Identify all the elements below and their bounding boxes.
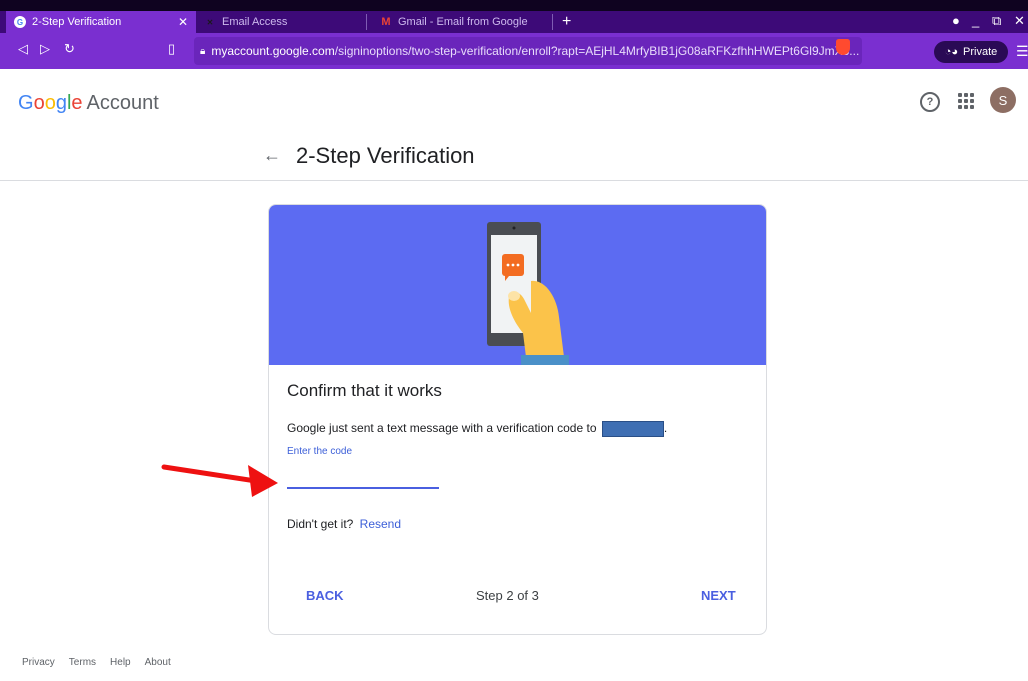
x-favicon-icon: ✕ [206, 17, 214, 27]
top-strip [0, 0, 1028, 11]
close-tab-icon[interactable]: ✕ [178, 15, 188, 29]
tab-separator [552, 14, 553, 30]
tab-separator [366, 14, 367, 30]
tab-email-access[interactable]: ✕ Email Access [196, 11, 366, 33]
tab-title: Gmail - Email from Google [398, 16, 528, 28]
back-arrow-icon[interactable]: ← [263, 145, 281, 166]
restore-icon[interactable]: ⧉ [992, 13, 1001, 29]
google-header: Google Account ? S [0, 69, 1028, 133]
red-annotation-arrow-icon [161, 464, 278, 497]
tab-title: Email Access [222, 16, 288, 28]
back-nav-icon[interactable]: ◁ [18, 41, 28, 57]
reload-icon[interactable]: ↻ [64, 41, 75, 57]
tab-gmail[interactable]: M Gmail - Email from Google [372, 11, 552, 33]
footer-help-link[interactable]: Help [110, 657, 131, 668]
tab-title: 2-Step Verification [32, 16, 122, 28]
description-text: Google just sent a text message with a v… [287, 421, 597, 436]
next-button[interactable]: NEXT [701, 588, 736, 603]
tab-2-step-verification[interactable]: G 2-Step Verification ✕ [6, 11, 196, 33]
verification-card: Confirm that it works Google just sent a… [268, 204, 767, 635]
google-wordmark: Google [18, 92, 83, 114]
footer-links: Privacy Terms Help About [22, 657, 171, 668]
verification-code-input[interactable] [287, 463, 439, 489]
page-title: 2-Step Verification [296, 143, 475, 168]
minimize-icon[interactable]: _ [972, 13, 979, 28]
private-window-badge[interactable]: ◔◕ Private [934, 41, 1008, 63]
google-favicon-icon: G [14, 16, 26, 28]
url-domain: myaccount.google.com [211, 44, 335, 58]
code-field-label: Enter the code [287, 446, 353, 457]
footer-about-link[interactable]: About [145, 657, 171, 668]
forward-nav-icon[interactable]: ▷ [40, 41, 50, 57]
hero-illustration [269, 205, 766, 365]
footer-privacy-link[interactable]: Privacy [22, 657, 55, 668]
private-label: Private [963, 46, 998, 58]
phone-hand-illustration [487, 222, 569, 365]
resend-prompt: Didn't get it? [287, 517, 354, 531]
avatar[interactable]: S [990, 87, 1016, 113]
help-icon[interactable]: ? [920, 92, 940, 112]
window-close-icon[interactable]: ✕ [1014, 13, 1025, 29]
resend-row: Didn't get it? Resend [287, 517, 401, 531]
address-bar[interactable]: 🔒︎ myaccount.google.com /signinoptions/t… [194, 37, 862, 65]
card-description: Google just sent a text message with a v… [287, 421, 668, 437]
browser-toolbar: ◁ ▷ ↻ ▯ 🔒︎ myaccount.google.com /signino… [0, 33, 1028, 69]
account-text: Account [86, 92, 159, 114]
extension-icon[interactable]: ● [952, 13, 960, 28]
url-path: /signinoptions/two-step-verification/enr… [334, 44, 860, 58]
redacted-phone-number [601, 421, 664, 437]
resend-link[interactable]: Resend [360, 517, 401, 531]
step-indicator: Step 2 of 3 [476, 588, 539, 603]
back-button[interactable]: BACK [306, 588, 344, 603]
glasses-icon: ◔◕ [944, 46, 959, 58]
card-title: Confirm that it works [287, 381, 442, 400]
brave-shield-icon[interactable] [836, 39, 850, 55]
new-tab-button[interactable]: + [562, 13, 571, 31]
lock-icon: 🔒︎ [200, 45, 206, 57]
gmail-favicon-icon: M [381, 16, 391, 28]
browser-menu-icon[interactable]: ☰ [1016, 43, 1028, 60]
page-title-row: ← 2-Step Verification [0, 133, 1028, 181]
footer-terms-link[interactable]: Terms [69, 657, 96, 668]
google-account-logo[interactable]: Google Account [18, 92, 159, 115]
bookmark-icon[interactable]: ▯ [168, 41, 175, 57]
apps-grid-icon[interactable] [958, 93, 974, 109]
